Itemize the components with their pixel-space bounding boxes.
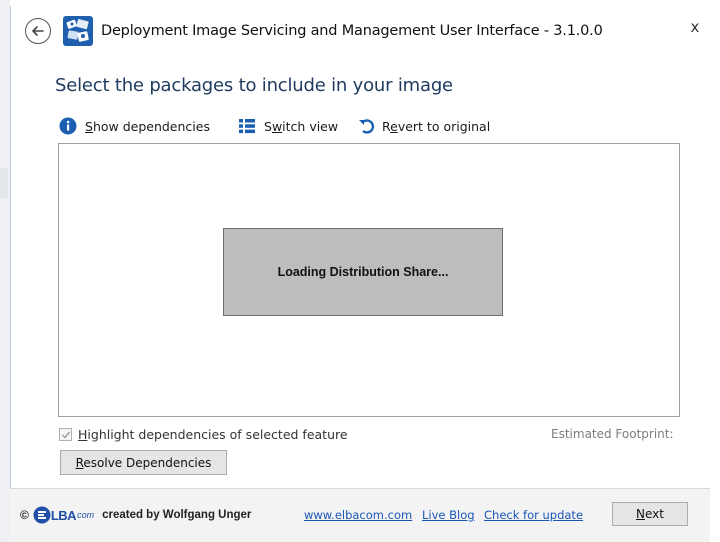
resolve-dependencies-button[interactable]: Resolve Dependencies [60,450,227,475]
loading-overlay: Loading Distribution Share... [223,228,503,316]
next-button[interactable]: Next [612,502,688,526]
back-arrow-icon [32,26,44,36]
checkbox-box[interactable] [59,428,72,441]
package-list-panel[interactable]: Loading Distribution Share... [58,143,680,417]
footer-credits: © LBA com created by Wolfgang Unger [20,506,251,524]
edge-accent [0,168,8,198]
window-title: Deployment Image Servicing and Managemen… [101,23,603,39]
copyright-symbol: © [20,508,29,522]
logo-text: LBA [50,507,77,523]
checkmark-icon [61,431,70,439]
list-icon [239,119,255,134]
back-button[interactable] [25,18,51,44]
resolve-dependencies-label: Resolve Dependencies [75,455,212,470]
revert-label: Revert to original [382,118,491,134]
window-left-edge [0,0,10,542]
app-logo-icon [63,16,93,46]
elbacom-logo: LBA com [33,506,94,524]
close-button[interactable]: x [683,18,707,40]
revert-to-original-button[interactable]: Revert to original [358,116,490,136]
show-dependencies-button[interactable]: Show dependencies [59,116,210,136]
switch-view-button[interactable]: Switch view [238,116,338,136]
website-link[interactable]: www.elbacom.com [304,508,412,522]
author-credit: created by Wolfgang Unger [102,509,252,521]
next-label: Next [636,507,664,521]
live-blog-link[interactable]: Live Blog [422,508,475,522]
check-for-update-link[interactable]: Check for update [484,508,583,522]
undo-icon [359,119,375,134]
info-icon [59,117,77,135]
show-dependencies-label: Show dependencies [85,118,210,134]
switch-view-label: Switch view [264,118,339,134]
logo-suffix: com [77,510,95,520]
highlight-dependencies-checkbox[interactable]: Highlight dependencies of selected featu… [59,427,348,442]
elbacom-logo-icon [33,506,51,524]
estimated-footprint-label: Estimated Footprint: [551,427,674,441]
page-title: Select the packages to include in your i… [55,75,453,96]
loading-text: Loading Distribution Share... [277,265,449,279]
highlight-dependencies-label: Highlight dependencies of selected featu… [78,427,348,442]
title-bar: Deployment Image Servicing and Managemen… [11,6,720,52]
